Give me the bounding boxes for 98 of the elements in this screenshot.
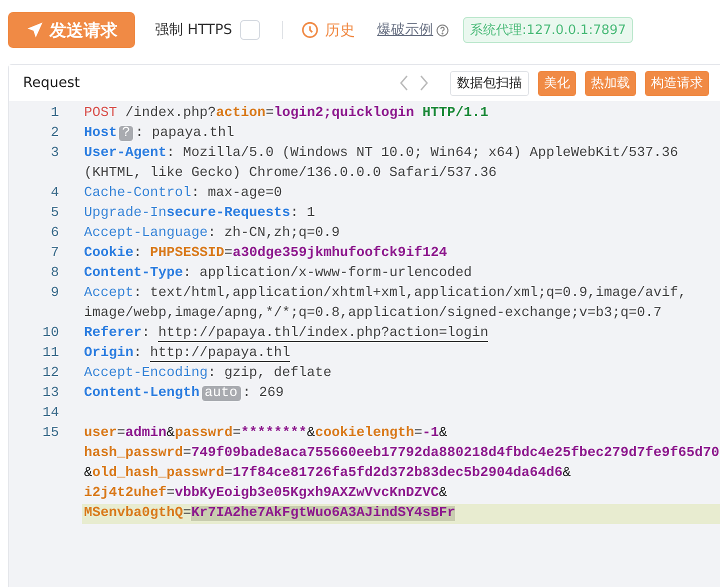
param-value: 17f84ce81726fa5fd2d372b83dec5b2904da64d6 [232, 466, 563, 481]
send-request-button[interactable]: 发送请求 [8, 12, 135, 48]
param-value: 749f09bade8aca755660eeb17792da880218d4fbdc4e25fbec279d7fe9f65d70 [191, 446, 720, 461]
https-checkbox[interactable] [240, 20, 260, 40]
code-text: = [183, 506, 192, 521]
line-number: 10 [41, 325, 59, 343]
header-name: Content-Length [84, 386, 200, 401]
clock-icon [301, 21, 320, 39]
param-name: user [84, 426, 118, 441]
line-number: 6 [50, 225, 59, 243]
param-value: admin [125, 426, 167, 441]
toolbar-button[interactable]: 热加载 [585, 70, 636, 96]
forward-icon[interactable] [419, 75, 429, 91]
code-text: : zh-CN,zh;q=0.9 [208, 226, 340, 241]
param-value: login2;quicklogin [274, 106, 414, 121]
url-link[interactable]: http://papaya.thl/index.php?action=login [158, 326, 488, 342]
code-text: : max-age=0 [191, 186, 282, 201]
param-value: vbbKyEoigb3e05Kgxh9AXZwVvcKnDZVC [174, 486, 439, 501]
line-number: 2 [50, 125, 59, 143]
param-value: a30dge359jkmhufoofck9if124 [232, 246, 448, 261]
ampersand: & [306, 426, 316, 441]
line-number: 4 [50, 185, 59, 203]
code-text: = [224, 466, 233, 481]
line-number: 3 [50, 145, 59, 163]
param-name: passwrd [174, 426, 233, 441]
line-number: 13 [41, 385, 59, 403]
code-text: : [134, 246, 143, 261]
ampersand: & [166, 426, 175, 441]
code-text: (KHTML, like Gecko) Chrome/136.0.0.0 Safari/537.36 [84, 166, 497, 181]
header-name: Cache-Control [84, 186, 192, 201]
code-text: : 1 [290, 206, 316, 221]
code-text: = [166, 486, 175, 501]
code-text: = [414, 426, 422, 441]
back-icon[interactable] [399, 75, 409, 91]
param-name: old_hash_passwrd [92, 466, 224, 481]
code-text: : text/html,application/xhtml+xml,application/xml;q=0.9,image/avif, [134, 286, 686, 301]
code-text: : [142, 326, 152, 341]
ampersand: & [84, 466, 92, 481]
ampersand: & [562, 466, 571, 481]
force-https-label: 强制 HTTPS [155, 21, 232, 39]
header-name: Accept-Language [84, 226, 208, 241]
history-button[interactable]: 历史 [301, 20, 356, 40]
http-method: POST [84, 106, 118, 121]
param-name: action [216, 106, 266, 121]
param-name: cookielength [315, 426, 414, 441]
header-name: Accept [84, 286, 134, 301]
examples-link[interactable]: 爆破示例 [377, 21, 434, 39]
code-text: = [117, 426, 126, 441]
header-name: Cookie [84, 246, 134, 261]
toolbar-button[interactable]: 构造请求 [645, 70, 709, 96]
header-name: Accept-Encoding [84, 366, 208, 381]
send-icon [26, 21, 44, 39]
hint-badge: ? [119, 126, 134, 141]
header-name: secure-Requests [166, 206, 290, 221]
line-number: 15 [41, 425, 59, 443]
code-text: = [224, 246, 233, 261]
param-value: Kr7IA2he7AkFgtWuo6A3AJindSY4sBFr [191, 506, 456, 521]
code-text: image/webp,image/apng,*/*;q=0.8,application/signed-exchange;v=b3;q=0.7 [84, 306, 662, 321]
line-number: 7 [50, 245, 59, 263]
param-name: hash_passwrd [84, 446, 184, 461]
proxy-status: 系统代理:127.0.0.1:7897 [463, 17, 634, 43]
code-text: = [183, 446, 192, 461]
header-name: Content-Type [84, 266, 184, 281]
line-number: 14 [41, 405, 59, 423]
panel-title: Request [23, 75, 81, 91]
toolbar-button[interactable]: 美化 [538, 70, 576, 96]
code-text: : [134, 346, 143, 361]
ampersand: & [438, 486, 448, 501]
param-name: PHPSESSID [150, 246, 224, 261]
param-value: ******** [240, 426, 307, 441]
http-version: HTTP/1.1 [421, 106, 488, 121]
ampersand: & [438, 426, 448, 441]
param-name: MSenvba0gthQ [84, 506, 184, 521]
param-value: -1 [422, 426, 439, 441]
line-number: 8 [50, 265, 59, 283]
line-number: 1 [50, 105, 59, 123]
line-number: 12 [41, 365, 59, 383]
code-text: : application/x-www-form-urlencoded [183, 266, 472, 281]
code-text: : Mozilla/5.0 (Windows NT 10.0; Win64; x64) AppleWebKit/537.36 [166, 146, 678, 161]
line-number: 9 [50, 285, 59, 303]
header-name: Host [84, 126, 118, 141]
code-text: : gzip, deflate [208, 366, 332, 381]
line-number: 5 [50, 205, 59, 223]
header-name: Origin [84, 346, 134, 361]
toolbar-button[interactable]: 数据包扫描 [450, 70, 529, 96]
header-name: Referer [84, 326, 142, 341]
line-number: 11 [41, 345, 59, 363]
param-name: i2j4t2uhef [84, 486, 167, 501]
code-text: /index.php? [124, 106, 216, 121]
code-text: : 269 [242, 386, 284, 401]
code-text: = [232, 426, 241, 441]
help-icon[interactable] [436, 24, 450, 36]
header-name: Upgrade-In [84, 206, 167, 221]
url-link[interactable]: http://papaya.thl [150, 346, 290, 362]
code-text: : papaya.thl [135, 126, 234, 141]
code-text: = [266, 106, 274, 121]
header-name: User-Agent [84, 146, 167, 161]
hint-badge: auto [202, 386, 241, 401]
